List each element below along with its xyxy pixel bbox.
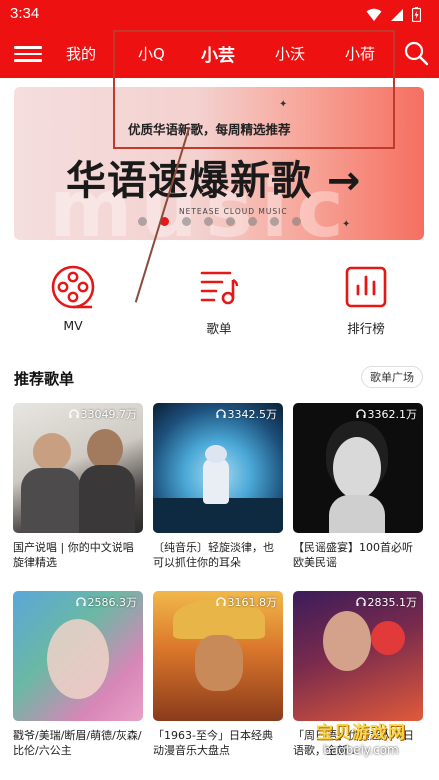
play-count: 3362.1万	[355, 406, 418, 422]
wifi-icon	[366, 8, 382, 21]
play-count-value: 2835.1万	[367, 596, 418, 609]
status-icons	[366, 7, 421, 22]
playlist-cover: 2835.1万	[293, 591, 423, 721]
quick-entry-charts[interactable]: 排行榜	[331, 264, 401, 337]
playlist-title: 戳爷/美瑞/断眉/萌德/灰森/比伦/六公主	[13, 729, 142, 757]
watermark: 宝贝游戏网 baobeiy.com	[291, 718, 431, 766]
banner-dot[interactable]	[270, 217, 279, 226]
playlist-cover: 3161.8万	[153, 591, 283, 721]
headphones-icon	[68, 409, 79, 418]
playlist-card[interactable]: 3342.5万 〔纯音乐〕轻旋淡律，也可以抓住你的耳朵	[153, 403, 283, 570]
play-count-value: 3161.8万	[227, 596, 278, 609]
signal-icon	[391, 8, 403, 21]
play-count-value: 33049.7万	[80, 408, 138, 421]
play-count: 2586.3万	[75, 594, 138, 610]
watermark-url: baobeiy.com	[323, 743, 399, 757]
playlist-cover: 3342.5万	[153, 403, 283, 533]
quick-entry-label: 歌单	[206, 321, 232, 336]
banner-dot[interactable]	[248, 217, 257, 226]
play-count: 3342.5万	[215, 406, 278, 422]
banner-dot[interactable]	[226, 217, 235, 226]
tab-mine[interactable]: 我的	[66, 43, 96, 64]
sparkle-icon: ✦	[342, 219, 351, 230]
playlist-cover: 2586.3万	[13, 591, 143, 721]
quick-entry-label: 排行榜	[347, 321, 385, 336]
search-icon[interactable]	[403, 40, 429, 66]
playlist-card[interactable]: 3362.1万 【民谣盛宴】100首必听欧美民谣	[293, 403, 423, 570]
playlist-cover: 33049.7万	[13, 403, 143, 533]
banner-brand: NETEASE CLOUD MUSIC	[179, 207, 288, 216]
banner-dot[interactable]	[292, 217, 301, 226]
menu-icon[interactable]	[14, 42, 42, 66]
section-title: 推荐歌单	[14, 370, 75, 388]
playlist-title: 国产说唱 | 你的中文说唱旋律精选	[13, 541, 134, 569]
playlist-card[interactable]: 33049.7万 国产说唱 | 你的中文说唱旋律精选	[13, 403, 143, 570]
banner-title: 华语速爆新歌 →	[66, 158, 362, 204]
banner-dot[interactable]	[182, 217, 191, 226]
playlist-title: 〔纯音乐〕轻旋淡律，也可以抓住你的耳朵	[153, 541, 274, 569]
film-reel-icon	[51, 265, 95, 309]
headphones-icon	[355, 597, 366, 606]
banner-dot[interactable]	[138, 217, 147, 226]
headphones-icon	[355, 409, 366, 418]
status-bar: 3:34	[0, 0, 439, 30]
play-count-value: 3362.1万	[367, 408, 418, 421]
headphones-icon	[75, 597, 86, 606]
quick-entry-mv[interactable]: MV	[38, 264, 108, 333]
playlist-title: 【民谣盛宴】100首必听欧美民谣	[293, 541, 413, 569]
playlist-card[interactable]: 3161.8万 「1963-至今」日本经典动漫音乐大盘点	[153, 591, 283, 758]
play-count: 2835.1万	[355, 594, 418, 610]
battery-icon	[412, 7, 421, 22]
playlist-cover: 3362.1万	[293, 403, 423, 533]
annotation-box	[113, 30, 395, 149]
play-count-value: 3342.5万	[227, 408, 278, 421]
play-count: 33049.7万	[68, 406, 138, 422]
headphones-icon	[215, 409, 226, 418]
watermark-main: 宝贝游戏网	[316, 723, 406, 743]
playlist-card[interactable]: 2586.3万 戳爷/美瑞/断眉/萌德/灰森/比伦/六公主	[13, 591, 143, 758]
playlist-title: 「1963-至今」日本经典动漫音乐大盘点	[153, 729, 273, 757]
playlist-icon	[200, 271, 239, 305]
status-time: 3:34	[10, 5, 40, 22]
quick-entry-playlist[interactable]: 歌单	[184, 264, 254, 337]
banner-dot[interactable]	[204, 217, 213, 226]
quick-entry-label: MV	[63, 318, 83, 333]
play-count-value: 2586.3万	[87, 596, 138, 609]
headphones-icon	[215, 597, 226, 606]
play-count: 3161.8万	[215, 594, 278, 610]
chart-bar-icon	[345, 266, 387, 308]
playlist-square-button[interactable]: 歌单广场	[361, 366, 423, 388]
